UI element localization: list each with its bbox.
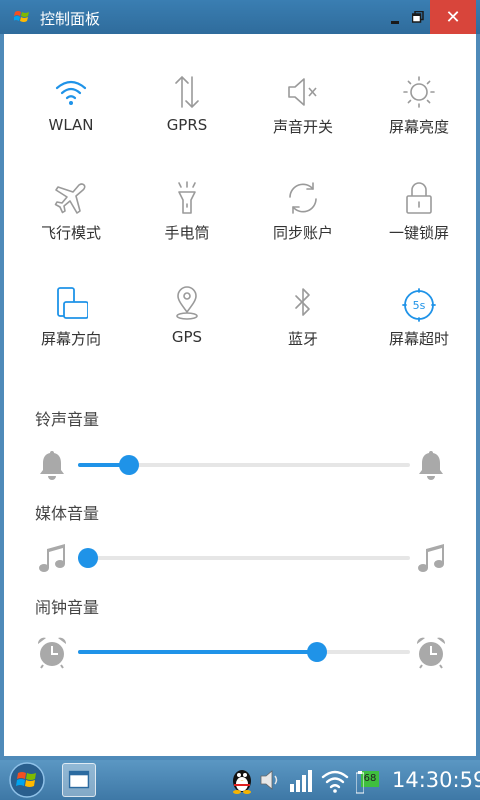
wifi-icon [55,80,87,105]
minimize-button[interactable] [384,0,406,34]
timeout-icon: 5s [402,288,436,322]
media-volume-slider[interactable] [4,537,476,577]
tile-label: 同步账户 [272,224,333,242]
timeout-value: 5s [413,299,426,312]
brightness-icon [403,76,435,108]
windows-logo-icon [14,11,29,22]
bell-icon [40,451,64,480]
minimize-icon [391,20,399,24]
slider-thumb[interactable] [119,455,140,475]
ring-volume-label: 铃声音量 [35,410,100,429]
qq-penguin-icon[interactable] [228,766,256,794]
music-note-icon [418,544,444,572]
tile-label: GPS [171,328,203,346]
tile-label: 屏幕亮度 [388,118,449,136]
tile-flashlight[interactable]: 手电筒 [128,166,246,266]
alarm-volume-label: 闹钟音量 [35,598,100,617]
slider-thumb[interactable] [307,642,328,662]
media-volume-label: 媒体音量 [35,504,100,523]
tile-gprs[interactable]: GPRS [128,60,246,160]
ring-volume-slider[interactable] [4,444,476,484]
airplane-icon [54,183,86,214]
tile-label: 一键锁屏 [388,224,449,242]
start-button[interactable] [6,760,48,800]
taskbar-app-button[interactable] [62,763,96,797]
wifi-tray-icon[interactable] [320,766,350,794]
slider-fill [78,650,318,654]
tile-label: GPRS [166,116,208,134]
tile-bluetooth[interactable]: 蓝牙 [244,272,362,372]
tile-label: 屏幕超时 [388,330,449,348]
bell-icon [419,451,443,480]
alarm-clock-icon [37,637,67,669]
tile-label: 蓝牙 [287,330,318,348]
tile-label: 屏幕方向 [40,330,101,348]
taskbar: 68 14:30:59 [0,760,480,800]
restore-icon [412,11,424,23]
tile-brightness[interactable]: 屏幕亮度 [360,60,478,160]
battery-cap-icon [356,771,364,794]
slider-track[interactable] [78,642,410,662]
sound-mute-icon [288,78,317,106]
clock[interactable]: 14:30:59 [392,768,480,792]
signal-strength-icon[interactable] [288,766,314,794]
data-arrows-icon [175,75,199,109]
tile-label: WLAN [48,116,94,134]
tile-label: 手电筒 [164,224,210,242]
window-app-icon [68,770,90,789]
slider-track[interactable] [77,548,410,568]
tile-timeout[interactable]: 5s 屏幕超时 [360,272,478,372]
titlebar: 控制面板 ✕ [0,0,480,34]
tile-gps[interactable]: GPS [128,272,246,372]
lock-icon [406,182,432,214]
music-note-icon [39,544,65,572]
sync-icon [289,182,317,214]
location-pin-icon [176,286,198,320]
rotation-icon [57,287,88,319]
tile-lock[interactable]: 一键锁屏 [360,166,478,266]
slider-thumb[interactable] [77,548,98,568]
speaker-icon[interactable] [259,766,281,794]
close-button[interactable]: ✕ [430,0,476,34]
tile-airplane[interactable]: 飞行模式 [12,166,130,266]
restore-button[interactable] [406,0,430,34]
tile-rotation[interactable]: 屏幕方向 [12,272,130,372]
bluetooth-icon [295,288,310,316]
alarm-clock-icon [416,637,446,669]
tile-sound[interactable]: 声音开关 [244,60,362,160]
tile-wlan[interactable]: WLAN [12,60,130,160]
alarm-volume-slider[interactable] [4,631,476,671]
tile-sync[interactable]: 同步账户 [244,166,362,266]
control-panel-window: 控制面板 ✕ WLAN GPRS 声音开关 屏幕亮度 飞行模式 手电筒 同步账户… [0,0,480,760]
tile-label: 声音开关 [272,118,333,136]
flashlight-icon [178,181,196,214]
tile-label: 飞行模式 [40,224,101,242]
slider-track[interactable] [78,455,410,475]
window-title: 控制面板 [40,10,101,28]
